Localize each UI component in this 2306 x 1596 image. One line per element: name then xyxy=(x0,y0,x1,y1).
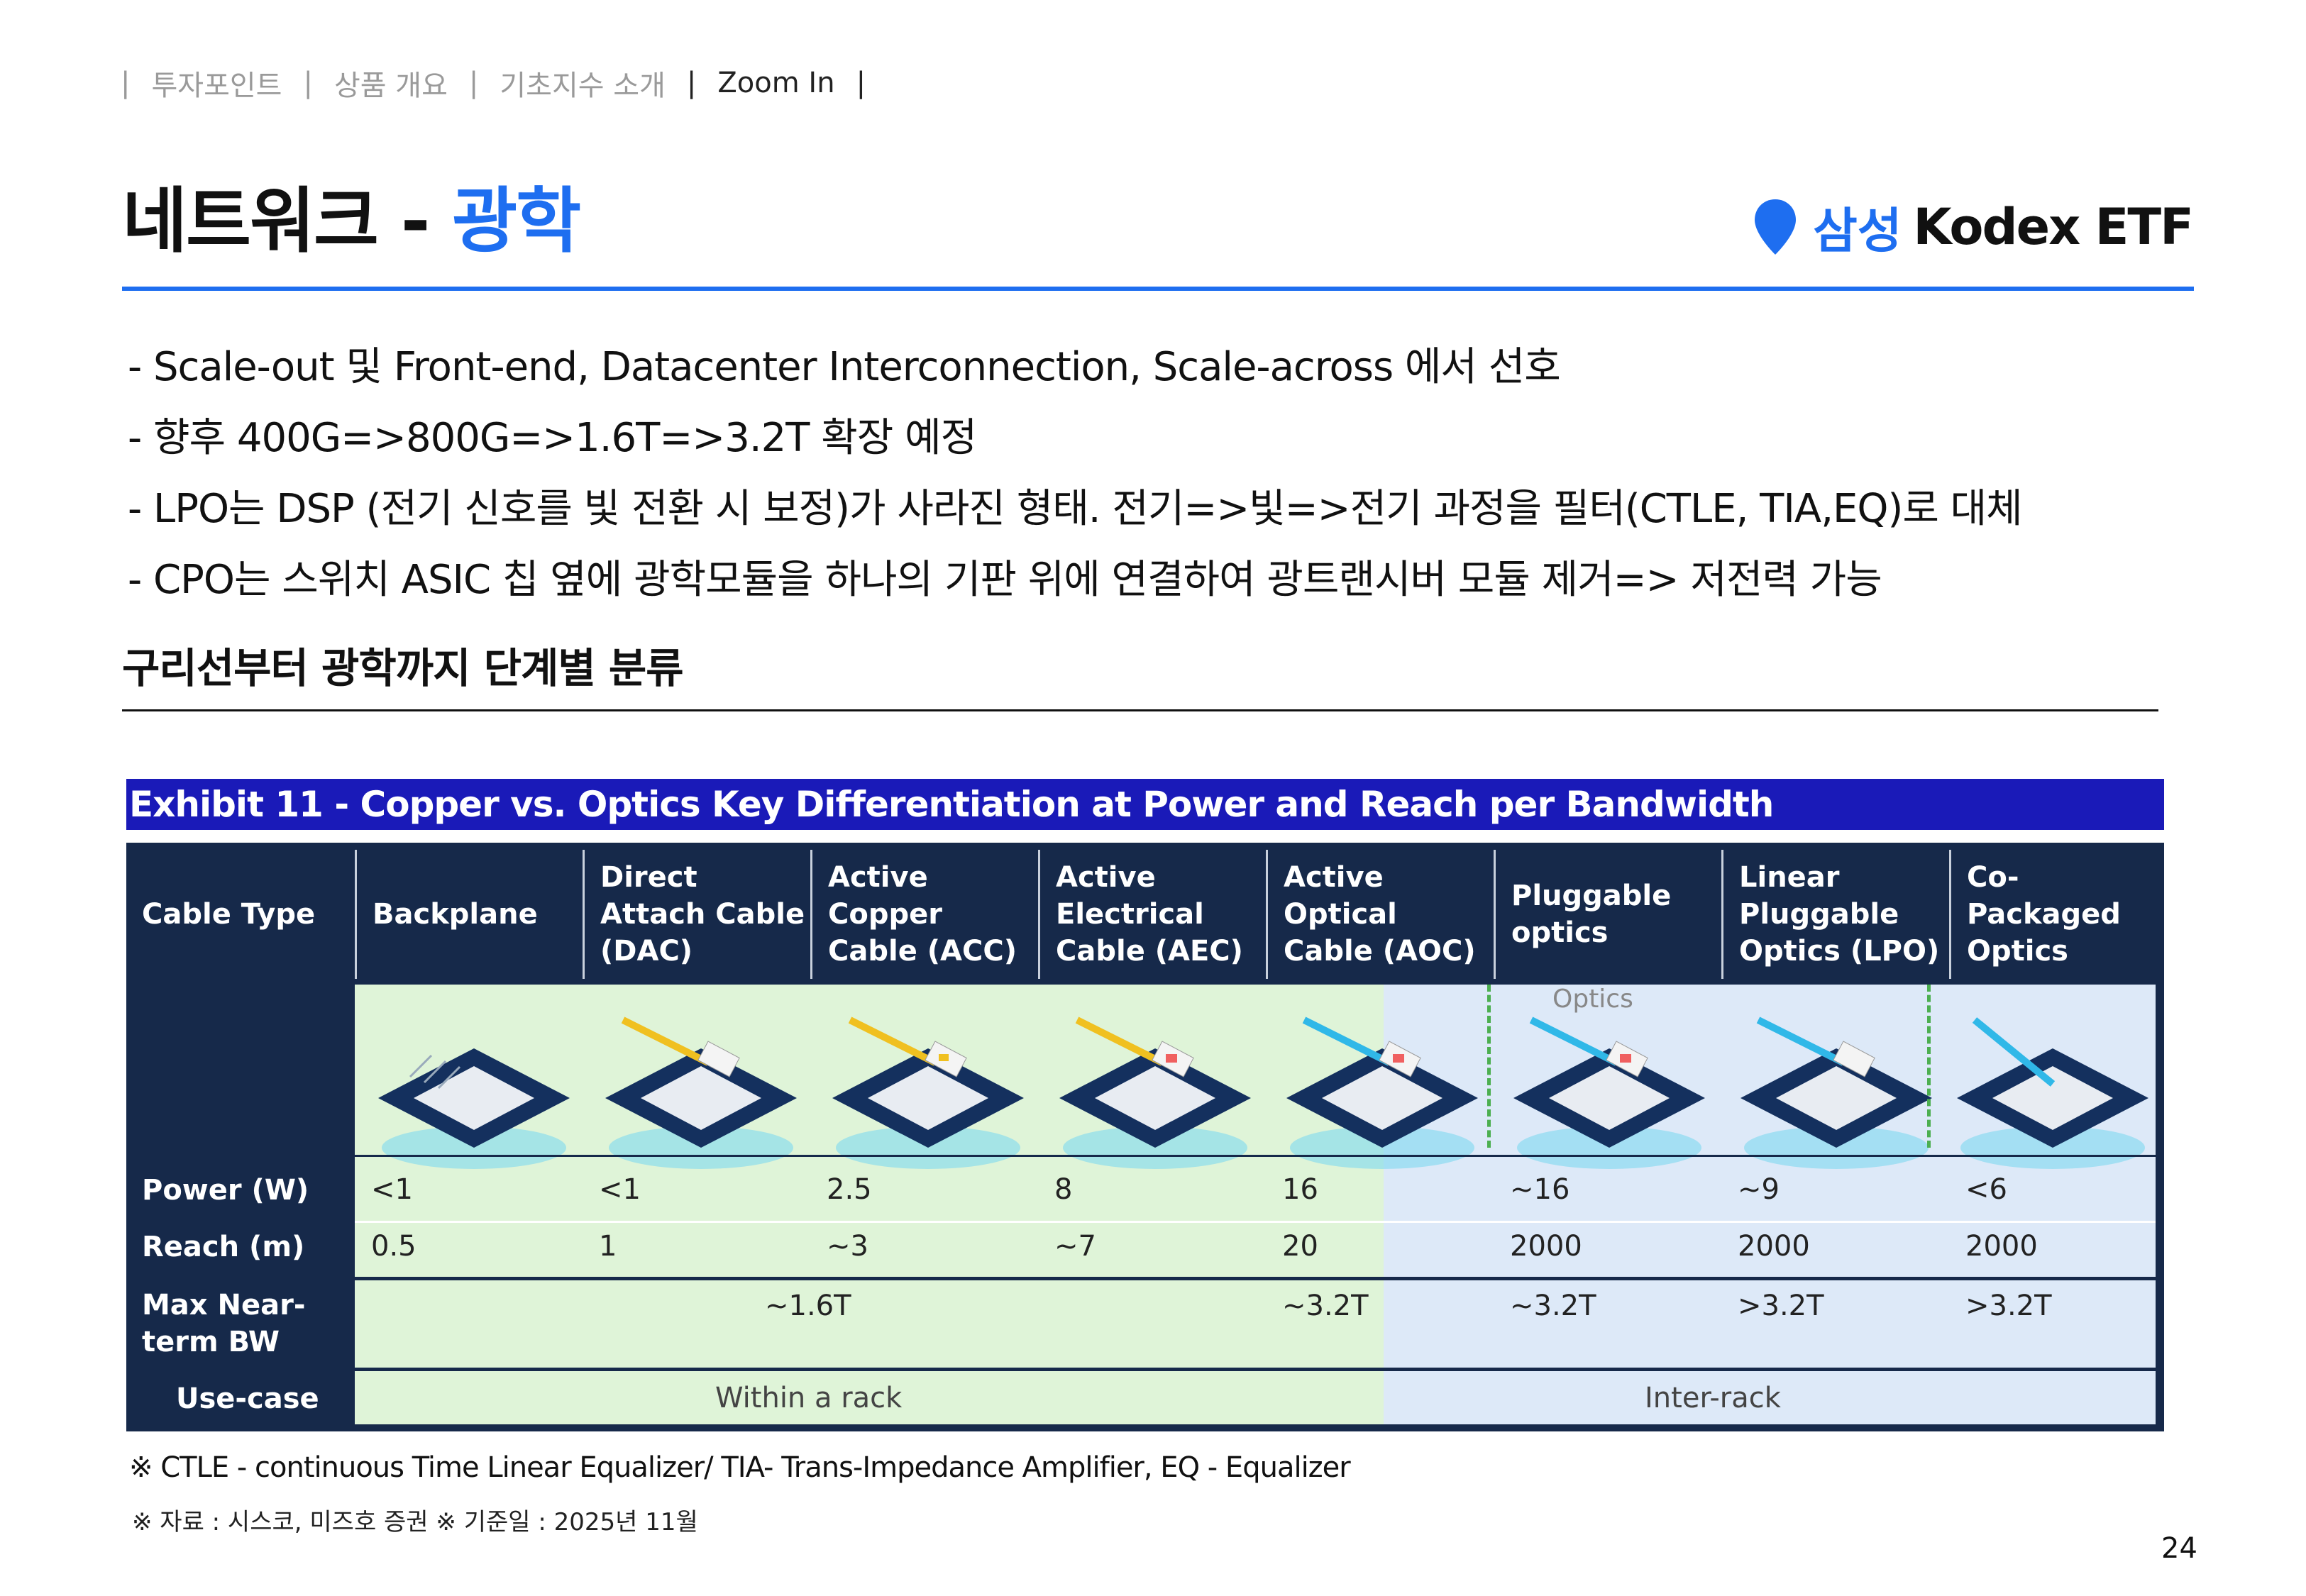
power-dac: <1 xyxy=(599,1173,641,1206)
cpo-chip-icon xyxy=(1957,1017,2148,1169)
location-pin-icon xyxy=(1755,199,1797,255)
bullet-item: - 향후 400G=>800G=>1.6T=>3.2T 확장 예정 xyxy=(128,415,977,461)
header-cable-type: Cable Type xyxy=(142,898,316,931)
header-cpo: Co-Packaged Optics xyxy=(1967,861,2121,968)
lpo-chip-icon xyxy=(1740,1016,1932,1169)
source-note: ※ 자료 : 시스코, 미즈호 증권 ※ 기준일 : 2025년 11월 xyxy=(132,1508,698,1536)
nav-separator: | xyxy=(686,67,697,99)
bullet-item: - LPO는 DSP (전기 신호를 빛 전환 시 보정)가 사라진 형태. 전… xyxy=(128,486,2023,532)
bw-pluggable: ~3.2T xyxy=(1510,1290,1596,1322)
header-dac: Direct Attach Cable (DAC) xyxy=(600,861,805,968)
exhibit-figure: Exhibit 11 - Copper vs. Optics Key Diffe… xyxy=(126,779,2164,1436)
logo-english: Kodex ETF xyxy=(1913,197,2194,256)
nav-item-index-intro[interactable]: 기초지수 소개 xyxy=(500,62,666,104)
row-label-reach: Reach (m) xyxy=(142,1231,305,1263)
dac-chip-icon xyxy=(605,1016,797,1169)
backplane-chip-icon xyxy=(378,1048,570,1169)
power-aoc: 16 xyxy=(1282,1173,1318,1206)
breadcrumb-nav: | 투자포인트 | 상품 개요 | 기초지수 소개 | Zoom In | xyxy=(121,62,887,104)
reach-backplane: 0.5 xyxy=(371,1230,416,1263)
reach-dac: 1 xyxy=(599,1230,617,1263)
dashed-divider xyxy=(1487,985,1491,1148)
aec-chip-icon xyxy=(1059,1016,1251,1169)
nav-separator: | xyxy=(303,67,313,99)
header-aec: Active Electrical Cable (AEC) xyxy=(1056,861,1243,968)
power-pluggable: ~16 xyxy=(1510,1173,1570,1206)
title-main: 네트워크 - xyxy=(122,179,453,262)
nav-separator: | xyxy=(856,67,866,99)
row-label-max-bw: Max Near-term BW xyxy=(142,1289,306,1358)
row-separator xyxy=(355,1155,2156,1157)
reach-aoc: 20 xyxy=(1282,1230,1318,1263)
nav-separator: | xyxy=(468,67,479,99)
nav-item-product-overview[interactable]: 상품 개요 xyxy=(334,62,448,104)
title-divider xyxy=(122,287,2194,291)
row-separator xyxy=(126,1277,2164,1280)
brand-logo: 삼성 Kodex ETF xyxy=(1753,192,2194,262)
power-aec: 8 xyxy=(1054,1173,1073,1206)
footnote: ※ CTLE - continuous Time Linear Equalize… xyxy=(129,1451,1351,1484)
dashed-divider xyxy=(1927,985,1931,1148)
logo-korean: 삼성 xyxy=(1813,204,1902,260)
bw-copper: ~1.6T xyxy=(765,1290,851,1322)
bullet-list: - Scale-out 및 Front-end, Datacenter Inte… xyxy=(128,332,2221,616)
acc-chip-icon xyxy=(832,1016,1024,1169)
nav-separator: | xyxy=(121,67,131,99)
header-backplane: Backplane xyxy=(373,898,538,931)
section-divider xyxy=(122,709,2158,711)
bw-aoc: ~3.2T xyxy=(1282,1290,1369,1322)
row-separator xyxy=(126,1368,2164,1371)
header-pluggable: Pluggable optics xyxy=(1511,880,1672,949)
power-cpo: <6 xyxy=(1965,1173,2007,1206)
nav-item-investment-points[interactable]: 투자포인트 xyxy=(151,62,282,104)
bullet-item: - Scale-out 및 Front-end, Datacenter Inte… xyxy=(128,344,1561,390)
row-label-power: Power (W) xyxy=(142,1174,309,1207)
pluggable-chip-icon xyxy=(1513,1016,1705,1169)
reach-lpo: 2000 xyxy=(1738,1230,1810,1263)
nav-item-zoom-in[interactable]: Zoom In xyxy=(717,67,834,99)
reach-aec: ~7 xyxy=(1054,1230,1096,1263)
reach-cpo: 2000 xyxy=(1965,1230,2038,1263)
usecase-optics: Inter-rack xyxy=(1645,1382,1781,1414)
power-backplane: <1 xyxy=(371,1173,413,1206)
title-accent: 광학 xyxy=(452,179,581,262)
row-separator xyxy=(355,1221,2156,1223)
section-subheading: 구리선부터 광학까지 단계별 분류 xyxy=(122,644,684,692)
aoc-chip-icon xyxy=(1286,1016,1478,1169)
bw-cpo: >3.2T xyxy=(1965,1290,2052,1322)
page-number: 24 xyxy=(2161,1532,2197,1565)
bullet-item: - CPO는 스위치 ASIC 칩 옆에 광학모듈을 하나의 기판 위에 연결하… xyxy=(128,557,1882,603)
header-acc: Active Copper Cable (ACC) xyxy=(828,861,1017,968)
page-title: 네트워크 - 광학 xyxy=(122,163,581,266)
usecase-copper: Within a rack xyxy=(715,1382,903,1414)
cable-comparison-table: Cable Type Backplane Direct Attach Cable… xyxy=(126,843,2164,1431)
reach-pluggable: 2000 xyxy=(1510,1230,1582,1263)
reach-acc: ~3 xyxy=(827,1230,868,1263)
header-aoc: Active Optical Cable (AOC) xyxy=(1284,861,1476,968)
exhibit-title: Exhibit 11 - Copper vs. Optics Key Diffe… xyxy=(126,779,2164,830)
power-acc: 2.5 xyxy=(827,1173,872,1206)
bw-lpo: >3.2T xyxy=(1738,1290,1824,1322)
power-lpo: ~9 xyxy=(1738,1173,1780,1206)
header-lpo: Linear Pluggable Optics (LPO) xyxy=(1739,861,1940,968)
row-label-use-case: Use-case xyxy=(176,1382,319,1415)
